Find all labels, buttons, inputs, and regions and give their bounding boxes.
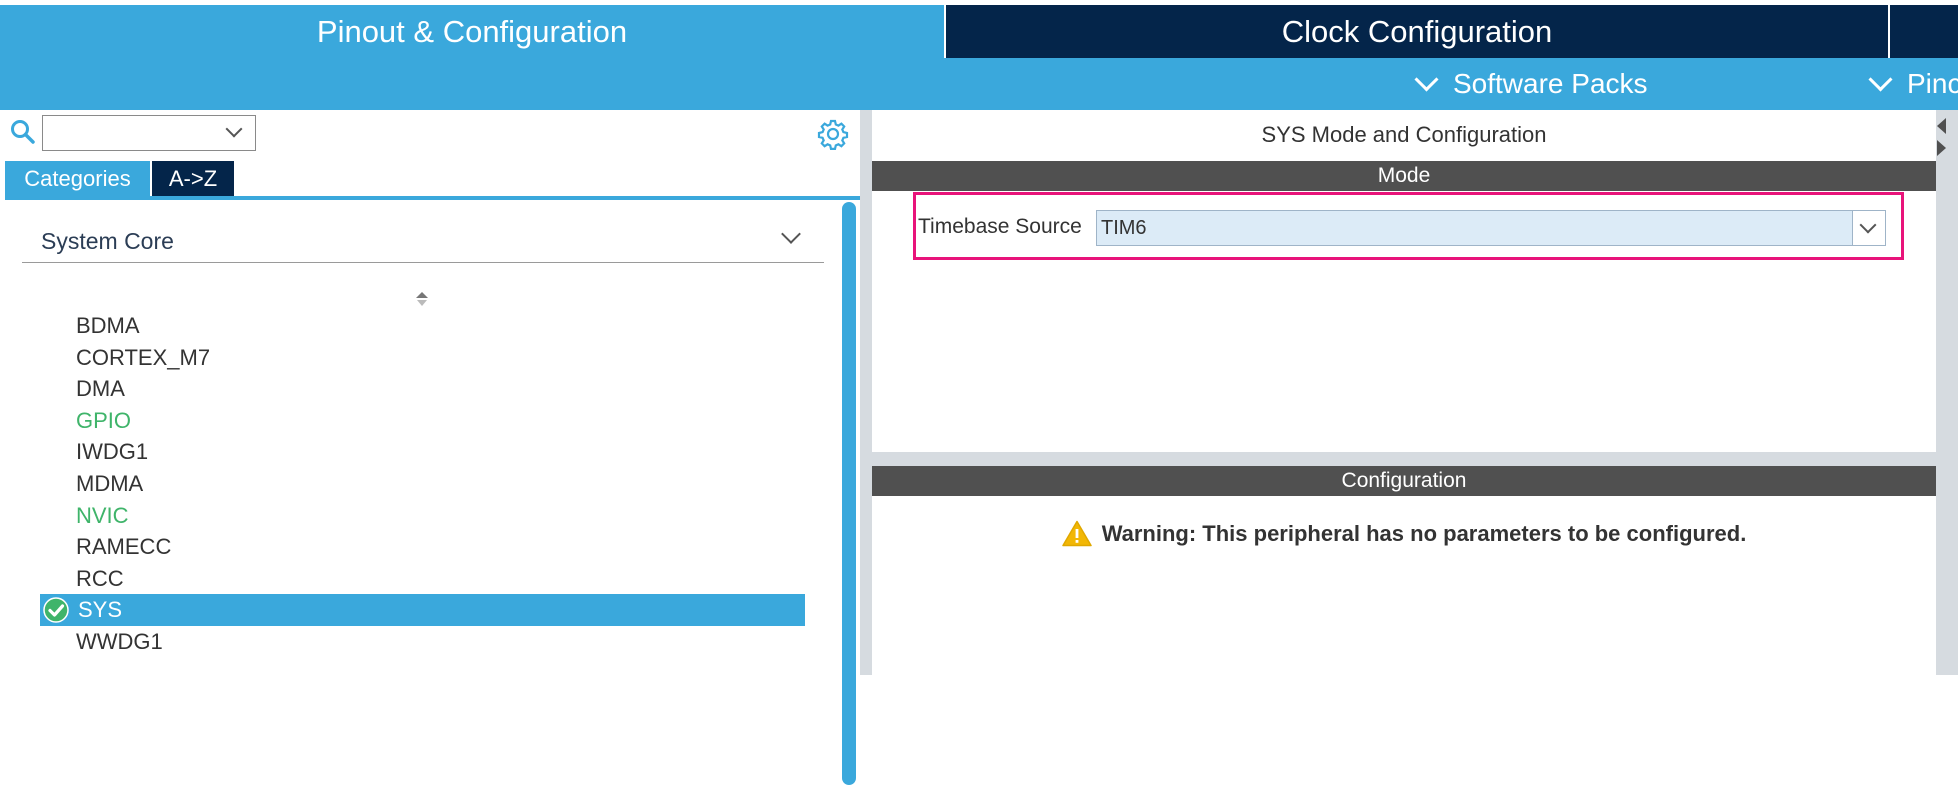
chevron-down-icon	[1868, 66, 1893, 92]
tab-a-to-z[interactable]: A->Z	[152, 161, 234, 197]
configuration-header-label: Configuration	[1341, 469, 1467, 492]
sys-config-panel: SYS Mode and Configuration Mode Timebase…	[872, 110, 1936, 675]
list-item-selected[interactable]: SYS	[40, 594, 805, 626]
list-item-label: GPIO	[76, 407, 132, 433]
configuration-header: Configuration	[872, 466, 1936, 496]
tab-clock-label: Clock Configuration	[1281, 13, 1553, 49]
tab-categories-label: Categories	[24, 166, 131, 191]
main-tab-bar: Pinout & Configuration Clock Configurati…	[0, 0, 1958, 58]
tab-pinout-configuration[interactable]: Pinout & Configuration	[0, 5, 944, 58]
software-packs-label: Software Packs	[1453, 68, 1648, 99]
timebase-source-label: Timebase Source	[918, 215, 1082, 238]
panel-divider[interactable]	[860, 110, 872, 675]
chevron-down-icon	[1414, 66, 1439, 92]
warning-triangle-icon	[1061, 520, 1092, 547]
list-item-label: SYS	[78, 597, 123, 623]
timebase-source-select[interactable]: TIM6	[1096, 210, 1886, 246]
search-icon[interactable]	[10, 119, 36, 145]
list-item-label: RAMECC	[76, 534, 172, 560]
tab-a-to-z-label: A->Z	[168, 166, 218, 191]
list-item-label: NVIC	[76, 502, 129, 528]
list-item[interactable]: RAMECC	[40, 531, 805, 563]
list-item-label: CORTEX_M7	[76, 344, 211, 370]
list-item-label: BDMA	[76, 313, 140, 338]
mode-header-label: Mode	[1377, 164, 1431, 187]
list-item[interactable]: NVIC	[40, 500, 805, 532]
tab-clock-configuration[interactable]: Clock Configuration	[946, 5, 1888, 58]
pinout-menu-label: Pinc	[1907, 68, 1958, 99]
sort-icon[interactable]	[414, 286, 430, 310]
warning-message: Warning: This peripheral has no paramete…	[872, 520, 1936, 547]
pinout-menu[interactable]: Pinc	[1868, 58, 1958, 110]
list-item[interactable]: MDMA	[40, 468, 805, 500]
list-item-label: DMA	[76, 376, 125, 402]
tab-categories[interactable]: Categories	[5, 161, 150, 197]
mode-header: Mode	[872, 161, 1936, 191]
side-collapse-strip	[1936, 110, 1958, 675]
panel-title: SYS Mode and Configuration	[1261, 122, 1547, 147]
collapse-left-icon[interactable]	[1937, 118, 1946, 134]
category-dropdown[interactable]: System Core	[41, 228, 174, 255]
scrollbar[interactable]	[842, 202, 856, 785]
section-separator	[872, 452, 1936, 466]
list-item-label: WWDG1	[76, 628, 163, 654]
check-circle-icon	[43, 597, 69, 624]
peripheral-list: BDMA CORTEX_M7 DMA GPIO IWDG1 MDMA NVIC …	[40, 310, 805, 658]
chevron-down-icon[interactable]	[781, 224, 801, 244]
expand-right-icon[interactable]	[1937, 140, 1946, 156]
category-divider	[22, 262, 824, 263]
list-item[interactable]: CORTEX_M7	[40, 342, 805, 374]
list-item[interactable]: RCC	[40, 563, 805, 595]
list-item-label: IWDG1	[76, 439, 149, 465]
list-item[interactable]: GPIO	[40, 405, 805, 437]
gear-icon[interactable]	[817, 118, 849, 150]
categories-panel: Categories A->Z System Core BDMA CORTEX_…	[0, 110, 860, 785]
list-item[interactable]: DMA	[40, 373, 805, 405]
list-item-label: MDMA	[76, 470, 144, 496]
tab-pinout-label: Pinout & Configuration	[316, 13, 628, 49]
tab-more[interactable]	[1890, 5, 1958, 58]
software-packs-menu[interactable]: Software Packs	[1414, 58, 1648, 110]
list-item[interactable]: IWDG1	[40, 436, 805, 468]
list-item-label: RCC	[76, 565, 124, 591]
search-input[interactable]	[42, 115, 256, 151]
list-item[interactable]: WWDG1	[40, 626, 805, 658]
warning-text: Warning: This peripheral has no paramete…	[1101, 520, 1747, 546]
secondary-toolbar: Software Packs Pinc	[0, 58, 1958, 110]
list-item[interactable]: BDMA	[40, 310, 805, 342]
tab-underline	[5, 196, 860, 200]
